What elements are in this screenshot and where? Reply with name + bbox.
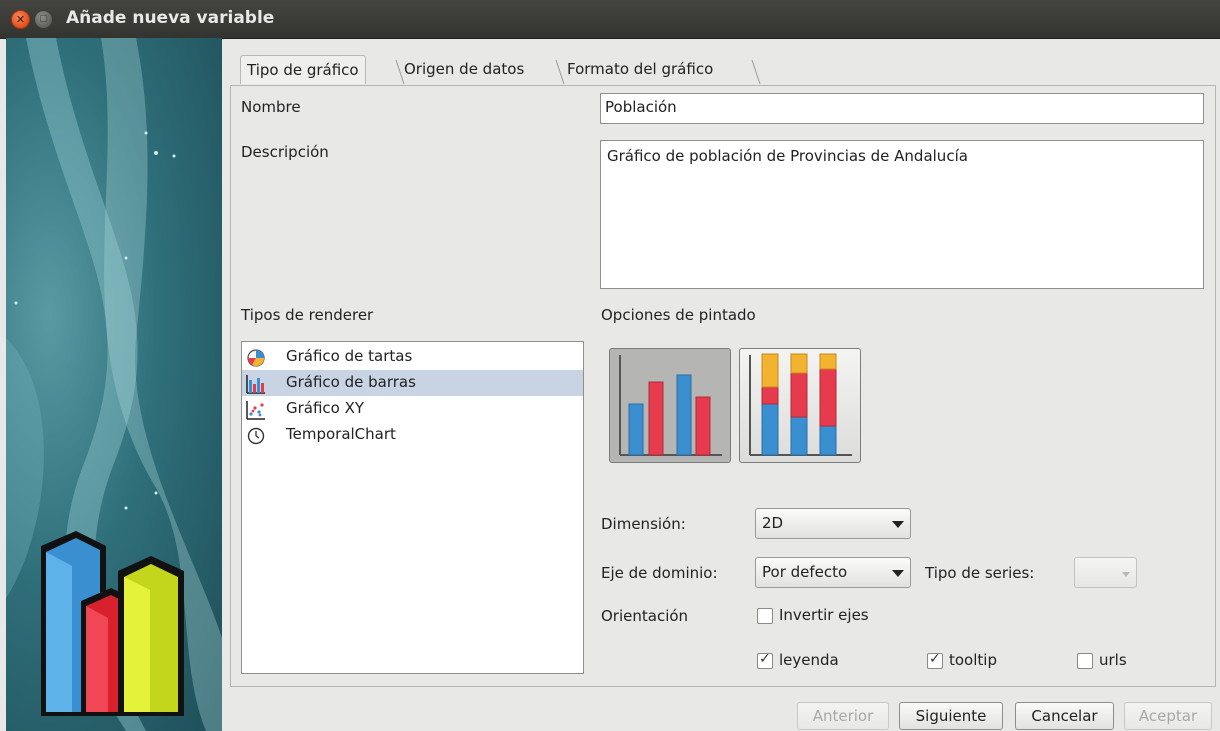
leyenda-label: leyenda [779,651,839,669]
chevron-down-icon [1122,572,1130,577]
invertir-ejes-label: Invertir ejes [779,606,869,624]
pie-chart-icon [247,349,265,367]
orientacion-label: Orientación [601,607,689,625]
close-icon: ✕ [15,13,26,26]
cancelar-button[interactable]: Cancelar [1015,702,1114,730]
aceptar-button[interactable]: Aceptar [1124,702,1212,730]
urls-label: urls [1099,651,1127,669]
window-title: Añade nueva variable [66,8,275,28]
renderer-list[interactable]: Gráfico de tartas Gráfico de barras Gráf… [241,341,584,674]
tab-origen-datos[interactable]: Origen de datos [398,55,530,83]
list-item[interactable]: TemporalChart [242,422,583,448]
stacked-bars-option-button[interactable] [739,348,861,463]
side-banner-image [6,38,222,731]
close-window-button[interactable]: ✕ [11,10,30,29]
clock-icon [247,427,265,445]
tipo-series-label: Tipo de series: [925,564,1035,582]
eje-dominio-label: Eje de dominio: [601,564,718,582]
tab-tipo-grafico[interactable]: Tipo de gráfico [240,55,366,84]
tipo-series-select[interactable] [1074,557,1137,588]
siguiente-button[interactable]: Siguiente [899,702,1003,730]
eje-dominio-select[interactable]: Por defecto [755,557,911,588]
nombre-input[interactable]: Población [600,93,1204,124]
tab-separator-icon [751,60,761,85]
bar-chart-icon [246,375,265,394]
tipos-renderer-label: Tipos de renderer [241,306,374,324]
descripcion-label: Descripción [241,143,329,161]
tab-formato-grafico[interactable]: Formato del gráfico [561,55,719,83]
list-item[interactable]: Gráfico de barras [242,370,583,396]
grouped-bars-icon [619,355,722,456]
chevron-down-icon [892,521,904,528]
wizard-decoration-icon [6,38,222,731]
tooltip-checkbox[interactable] [927,651,943,669]
descripcion-textarea[interactable]: Gráfico de población de Provincias de An… [600,140,1204,289]
list-item[interactable]: Gráfico XY [242,396,583,422]
anterior-button[interactable]: Anterior [797,702,889,730]
title-bar: ✕ ▢ Añade nueva variable [0,0,1220,39]
tooltip-label: tooltip [949,651,997,669]
dimension-select[interactable]: 2D [755,508,911,539]
chevron-down-icon [892,570,904,577]
minimize-icon: ▢ [39,14,48,24]
grouped-bars-option-button[interactable] [609,348,731,463]
opciones-pintado-label: Opciones de pintado [601,306,756,324]
list-item[interactable]: Gráfico de tartas [242,344,583,370]
leyenda-checkbox[interactable] [757,651,773,669]
dimension-label: Dimensión: [601,515,686,533]
xy-chart-icon [246,401,265,420]
urls-checkbox[interactable] [1077,653,1093,669]
invertir-ejes-checkbox[interactable] [757,608,773,624]
stacked-bars-icon [749,353,852,456]
nombre-label: Nombre [241,98,301,116]
minimize-window-button[interactable]: ▢ [34,10,53,29]
